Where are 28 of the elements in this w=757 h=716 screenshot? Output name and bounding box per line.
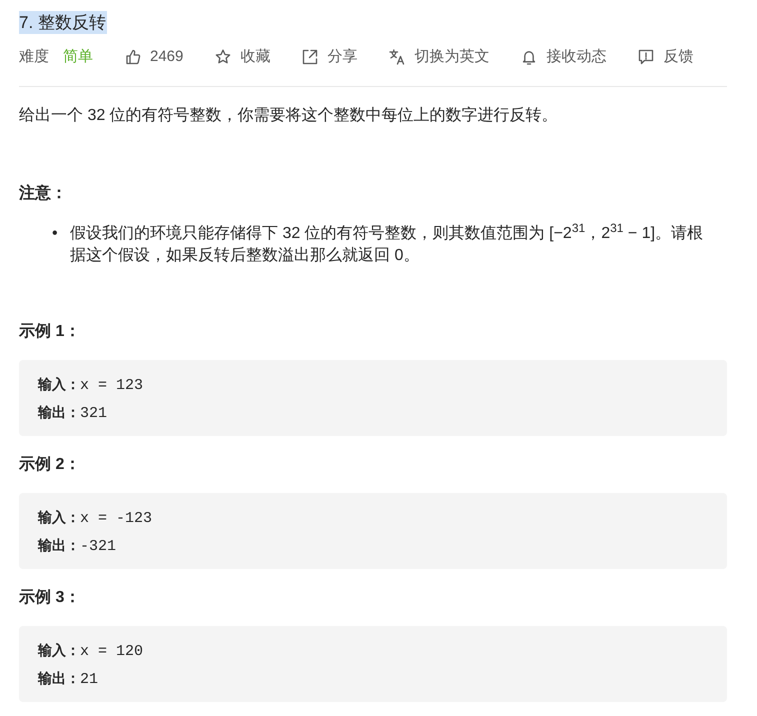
translate-button[interactable]: 切换为英文 <box>389 46 490 68</box>
example-line: 输出：321 <box>38 403 108 424</box>
star-icon <box>215 49 232 65</box>
note-item: 假设我们的环境只能存储得下 32 位的有符号整数，则其数值范围为 [−2$^{31}$，2$^{31}$ − 1]。请根据这个假设，如果反转后整数溢出那么就返回 0。 <box>70 221 704 266</box>
feedback-button[interactable]: 反馈 <box>638 46 694 68</box>
example-line: 输出：21 <box>38 669 100 690</box>
example-line: 输入：x = -123 <box>38 508 154 529</box>
problem-title: 7. 整数反转 <box>19 11 107 34</box>
difficulty-value: 简单 <box>63 47 93 67</box>
problem-description: 给出一个 32 位的有符号整数，你需要将这个整数中每位上的数字进行反转。 <box>19 106 559 126</box>
example-heading: 示例 1： <box>19 322 82 342</box>
translate-icon <box>389 49 406 65</box>
feedback-icon <box>638 49 654 65</box>
example-heading: 示例 3： <box>19 588 82 608</box>
example-heading: 示例 2： <box>19 455 82 475</box>
note-heading: 注意： <box>19 183 68 204</box>
share-icon <box>302 49 318 65</box>
thumbs-up-icon <box>125 49 141 65</box>
favorite-button[interactable]: 收藏 <box>215 46 270 68</box>
like-button[interactable]: 2469 <box>125 46 184 68</box>
subscribe-button[interactable]: 接收动态 <box>521 46 606 68</box>
difficulty-label: 难度 <box>19 47 49 67</box>
example-line: 输入：x = 123 <box>38 375 144 396</box>
share-button[interactable]: 分享 <box>302 46 358 68</box>
list-bullet: • <box>52 224 59 244</box>
example-line: 输出：-321 <box>38 536 118 557</box>
example-line: 输入：x = 120 <box>38 641 144 662</box>
bell-icon <box>521 49 538 65</box>
